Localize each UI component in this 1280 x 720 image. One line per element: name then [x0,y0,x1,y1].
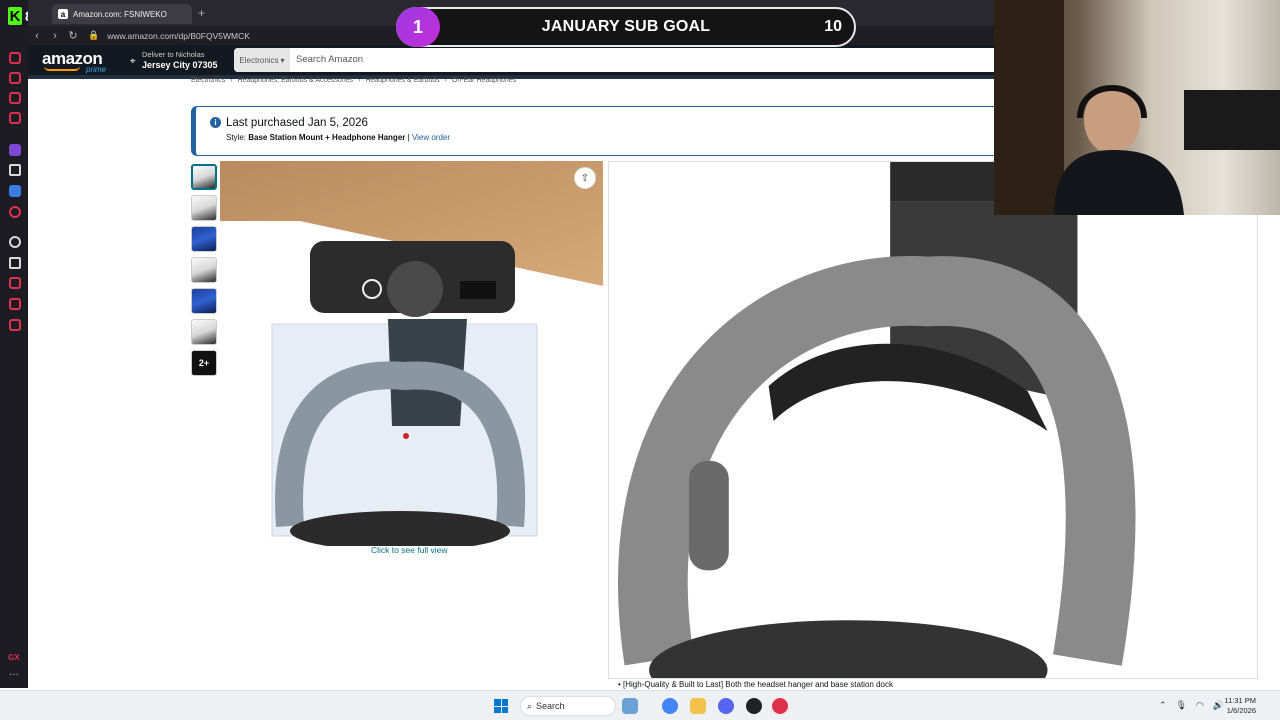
wifi-icon[interactable]: ◠ [1196,700,1204,711]
instagram-icon[interactable] [9,112,21,124]
feature-bullet: • [High-Quality & Built to Last] Both th… [618,680,893,689]
tab-title: Amazon.com: FSNIWEKO [73,9,167,19]
sub-goal-title: JANUARY SUB GOAL [541,18,711,35]
amazon-smile-icon [44,66,80,71]
breadcrumb-separator: › [444,77,447,84]
chevron-up-icon[interactable]: ⌃ [1159,700,1167,711]
amazon-favicon-icon: a [58,9,68,19]
search-icon: ⌕ [527,700,533,711]
thumbnail[interactable] [191,195,217,221]
bluesky-icon[interactable] [9,185,21,197]
back-icon[interactable]: ‹ [28,30,46,42]
style-value: Base Station Mount + Headphone Hanger [248,133,406,142]
reload-icon[interactable]: ↻ [64,29,82,42]
search-bar: Electronics ▾ Search Amazon [234,48,1008,72]
product-main-image[interactable] [220,161,603,546]
discord-icon[interactable] [718,698,734,714]
breadcrumb-item[interactable]: On-Ear Headphones [452,77,516,84]
breadcrumb-item[interactable]: Electronics [191,77,225,84]
copilot-icon[interactable] [622,698,638,714]
search-input[interactable]: Search Amazon [296,54,363,65]
breadcrumb-item[interactable]: Headphones, Earbuds & Accessories [237,77,353,84]
sub-goal-overlay: 1 JANUARY SUB GOAL 10 [396,7,856,47]
view-order-link[interactable]: View order [412,133,450,142]
microphone-icon[interactable]: 🎙 [1175,700,1186,711]
thumbnail[interactable] [191,164,217,190]
screen: K 8 GX ··· a Amazon.com: FSNIWEKO + ‹ › … [0,0,1280,720]
prime-label: prime [86,65,107,74]
search-category-label: Electronics [239,55,279,65]
opera-gx-icon[interactable] [772,698,788,714]
messenger-icon[interactable] [9,52,21,64]
thumbnail[interactable] [191,319,217,345]
more-icon[interactable]: ··· [9,669,19,680]
new-tab-icon[interactable]: + [198,6,205,20]
settings-icon[interactable] [9,298,21,310]
feature-bullet-text: [High-Quality & Built to Last] Both the … [623,680,893,689]
twitch-icon[interactable] [9,144,21,156]
purchase-style: Style: Base Station Mount + Headphone Ha… [226,133,450,142]
deliver-line2: Jersey City 07305 [142,60,218,70]
breadcrumb: Electronics › Headphones, Earbuds & Acce… [191,77,519,84]
chrome-icon[interactable] [662,698,678,714]
sub-goal-target: 10 [824,18,842,35]
thumbnail[interactable] [191,257,217,283]
breadcrumb-item[interactable]: Headphones & Earbuds [365,77,439,84]
location-pin-icon: ⌖ [130,56,136,67]
file-explorer-icon[interactable] [690,698,706,714]
discord-icon[interactable] [9,72,21,84]
system-tray: ⌃ 🎙 ◠ 🔊 [1159,700,1224,711]
bookmarks-icon[interactable] [9,319,21,331]
tab-amazon[interactable]: a Amazon.com: FSNIWEKO [52,4,192,24]
deliver-line1: Deliver to Nicholas [142,50,205,59]
history-icon[interactable] [9,236,21,248]
volume-icon[interactable]: 🔊 [1213,700,1224,711]
gx-label[interactable]: GX [8,653,20,662]
opera-icon[interactable] [9,206,21,218]
info-icon: i [210,117,221,128]
thumbnail-strip: 2+ [191,164,217,381]
telegram-icon[interactable] [9,92,21,104]
thumbnail[interactable] [191,226,217,252]
taskbar-search-label: Search [536,701,565,711]
lock-icon[interactable]: 🔒 [88,30,99,41]
zoom-preview [608,161,1258,679]
taskbar-search[interactable]: ⌕ Search [520,696,616,716]
webcam-overlay [994,0,1280,215]
forward-icon[interactable]: › [46,30,64,42]
last-purchased-title: Last purchased Jan 5, 2026 [226,117,368,129]
x-icon[interactable] [9,164,21,176]
see-full-view-link[interactable]: Click to see full view [371,545,448,555]
style-label: Style: [226,133,247,142]
style-separator: | [407,133,410,142]
clock-date: 1/6/2026 [1226,706,1256,715]
breadcrumb-separator: › [230,77,233,84]
search-category-dropdown[interactable]: Electronics ▾ [234,48,290,72]
thumbnail-more[interactable]: 2+ [191,350,217,376]
player-icon[interactable] [9,257,21,269]
last-purchased-banner: i Last purchased Jan 5, 2026 Style: Base… [191,106,994,156]
share-icon[interactable]: ⇧ [574,167,596,189]
taskbar: ⌕ Search ⌃ 🎙 ◠ 🔊 11:31 PM 1/6/2026 [0,690,1280,720]
url-field[interactable]: www.amazon.com/dp/B0FQV5WMCK [107,31,250,41]
clock[interactable]: 11:31 PM 1/6/2026 [1224,696,1256,716]
breadcrumb-separator: › [358,77,361,84]
clock-time: 11:31 PM [1224,696,1256,705]
obs-icon[interactable] [746,698,762,714]
chevron-down-icon: ▾ [280,55,285,65]
windows-start-icon[interactable] [494,699,508,713]
thumbnail[interactable] [191,288,217,314]
browser-sidebar: K 8 GX ··· [0,0,33,688]
kick-icon: K [8,7,22,25]
amazon-header: amazon prime ⌖ Deliver to Nicholas Jerse… [28,45,1008,75]
music-icon[interactable] [9,277,21,289]
